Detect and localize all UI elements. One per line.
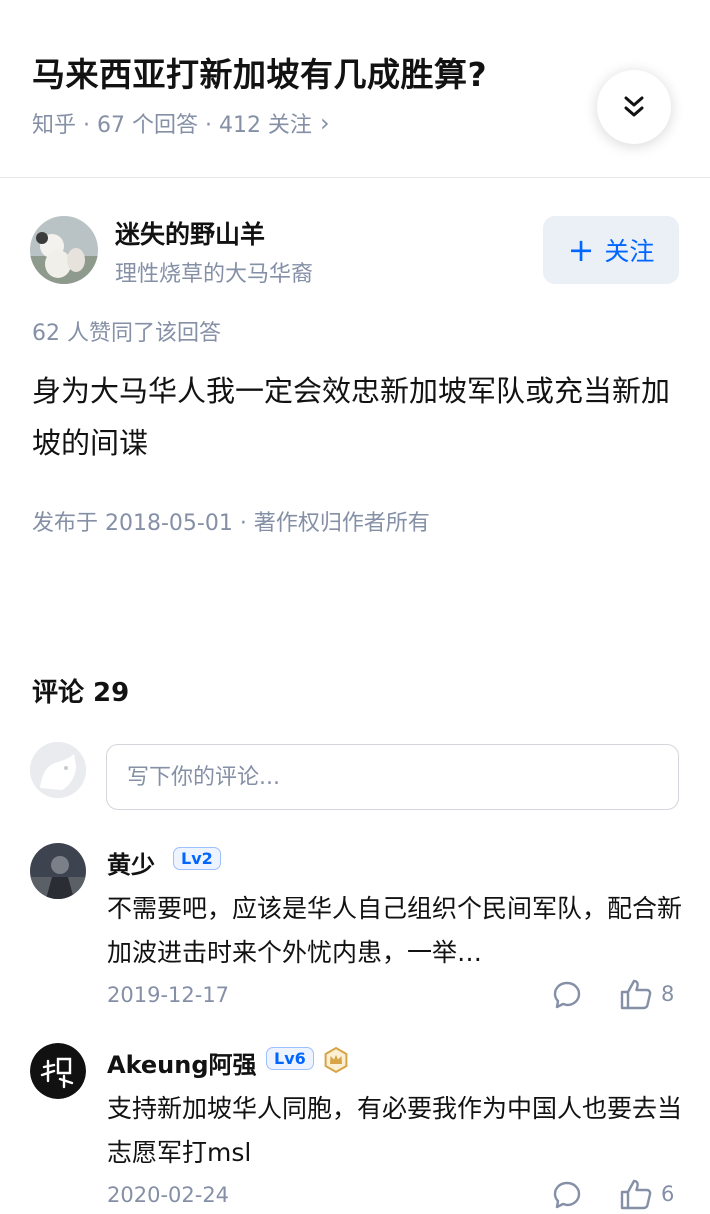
question-title[interactable]: 马来西亚打新加坡有几成胜算? [32,48,487,96]
header-divider [0,177,710,178]
publish-info: 发布于 2018-05-01 · 著作权归作者所有 [32,511,430,536]
comment-text: 支持新加坡华人同胞，有必要我作为中国人也要去当志愿军打msl [107,1094,683,1167]
question-meta-text: 知乎 · 67 个回答 · 412 关注 [32,113,312,138]
comment-bubble-icon [553,1181,581,1209]
vote-count: 62 人赞同了该回答 [32,321,221,346]
comments-title: 评论 29 [32,678,130,708]
plus-icon: + [567,231,595,269]
comment-avatar[interactable] [30,1043,86,1099]
reply-button[interactable] [552,1180,582,1214]
comment-input[interactable] [106,744,679,810]
follow-label: 关注 [604,237,655,266]
collapse-button[interactable] [597,70,671,144]
crown-badge-icon [322,1046,350,1078]
follow-button[interactable]: + 关注 [543,216,679,284]
reply-button[interactable] [552,980,582,1014]
comment-avatar[interactable] [30,843,86,899]
like-count: 8 [661,982,675,1006]
comment-text: 不需要吧，应该是华人自己组织个民间军队，配合新加波进击时来个外忧内患，一举… [107,894,683,967]
level-badge: Lv6 [266,1047,314,1070]
my-avatar [30,742,86,798]
chevron-right-icon: › [319,109,330,137]
comment-user[interactable]: 黄少 [107,845,155,880]
comment-date: 2019-12-17 [107,983,230,1007]
comment-bubble-icon [553,981,581,1009]
comment-user[interactable]: Akeung阿强 [107,1045,257,1080]
level-badge: Lv2 [173,847,221,870]
author-name[interactable]: 迷失的野山羊 [115,215,265,251]
like-count: 6 [661,1182,675,1206]
double-chevron-down-icon [624,96,644,117]
thumbs-up-icon [620,1179,652,1210]
thumbs-up-icon [620,979,652,1010]
author-avatar[interactable] [30,216,98,284]
like-button[interactable]: 8 [619,978,674,1010]
answer-body: 身为大马华人我一定会效忠新加坡军队或充当新加坡的间谍 [32,374,671,460]
question-meta[interactable]: 知乎 · 67 个回答 · 412 关注 › [32,107,330,139]
like-button[interactable]: 6 [619,1178,674,1210]
author-bio: 理性烧草的大马华裔 [115,262,314,287]
comment-date: 2020-02-24 [107,1183,230,1207]
